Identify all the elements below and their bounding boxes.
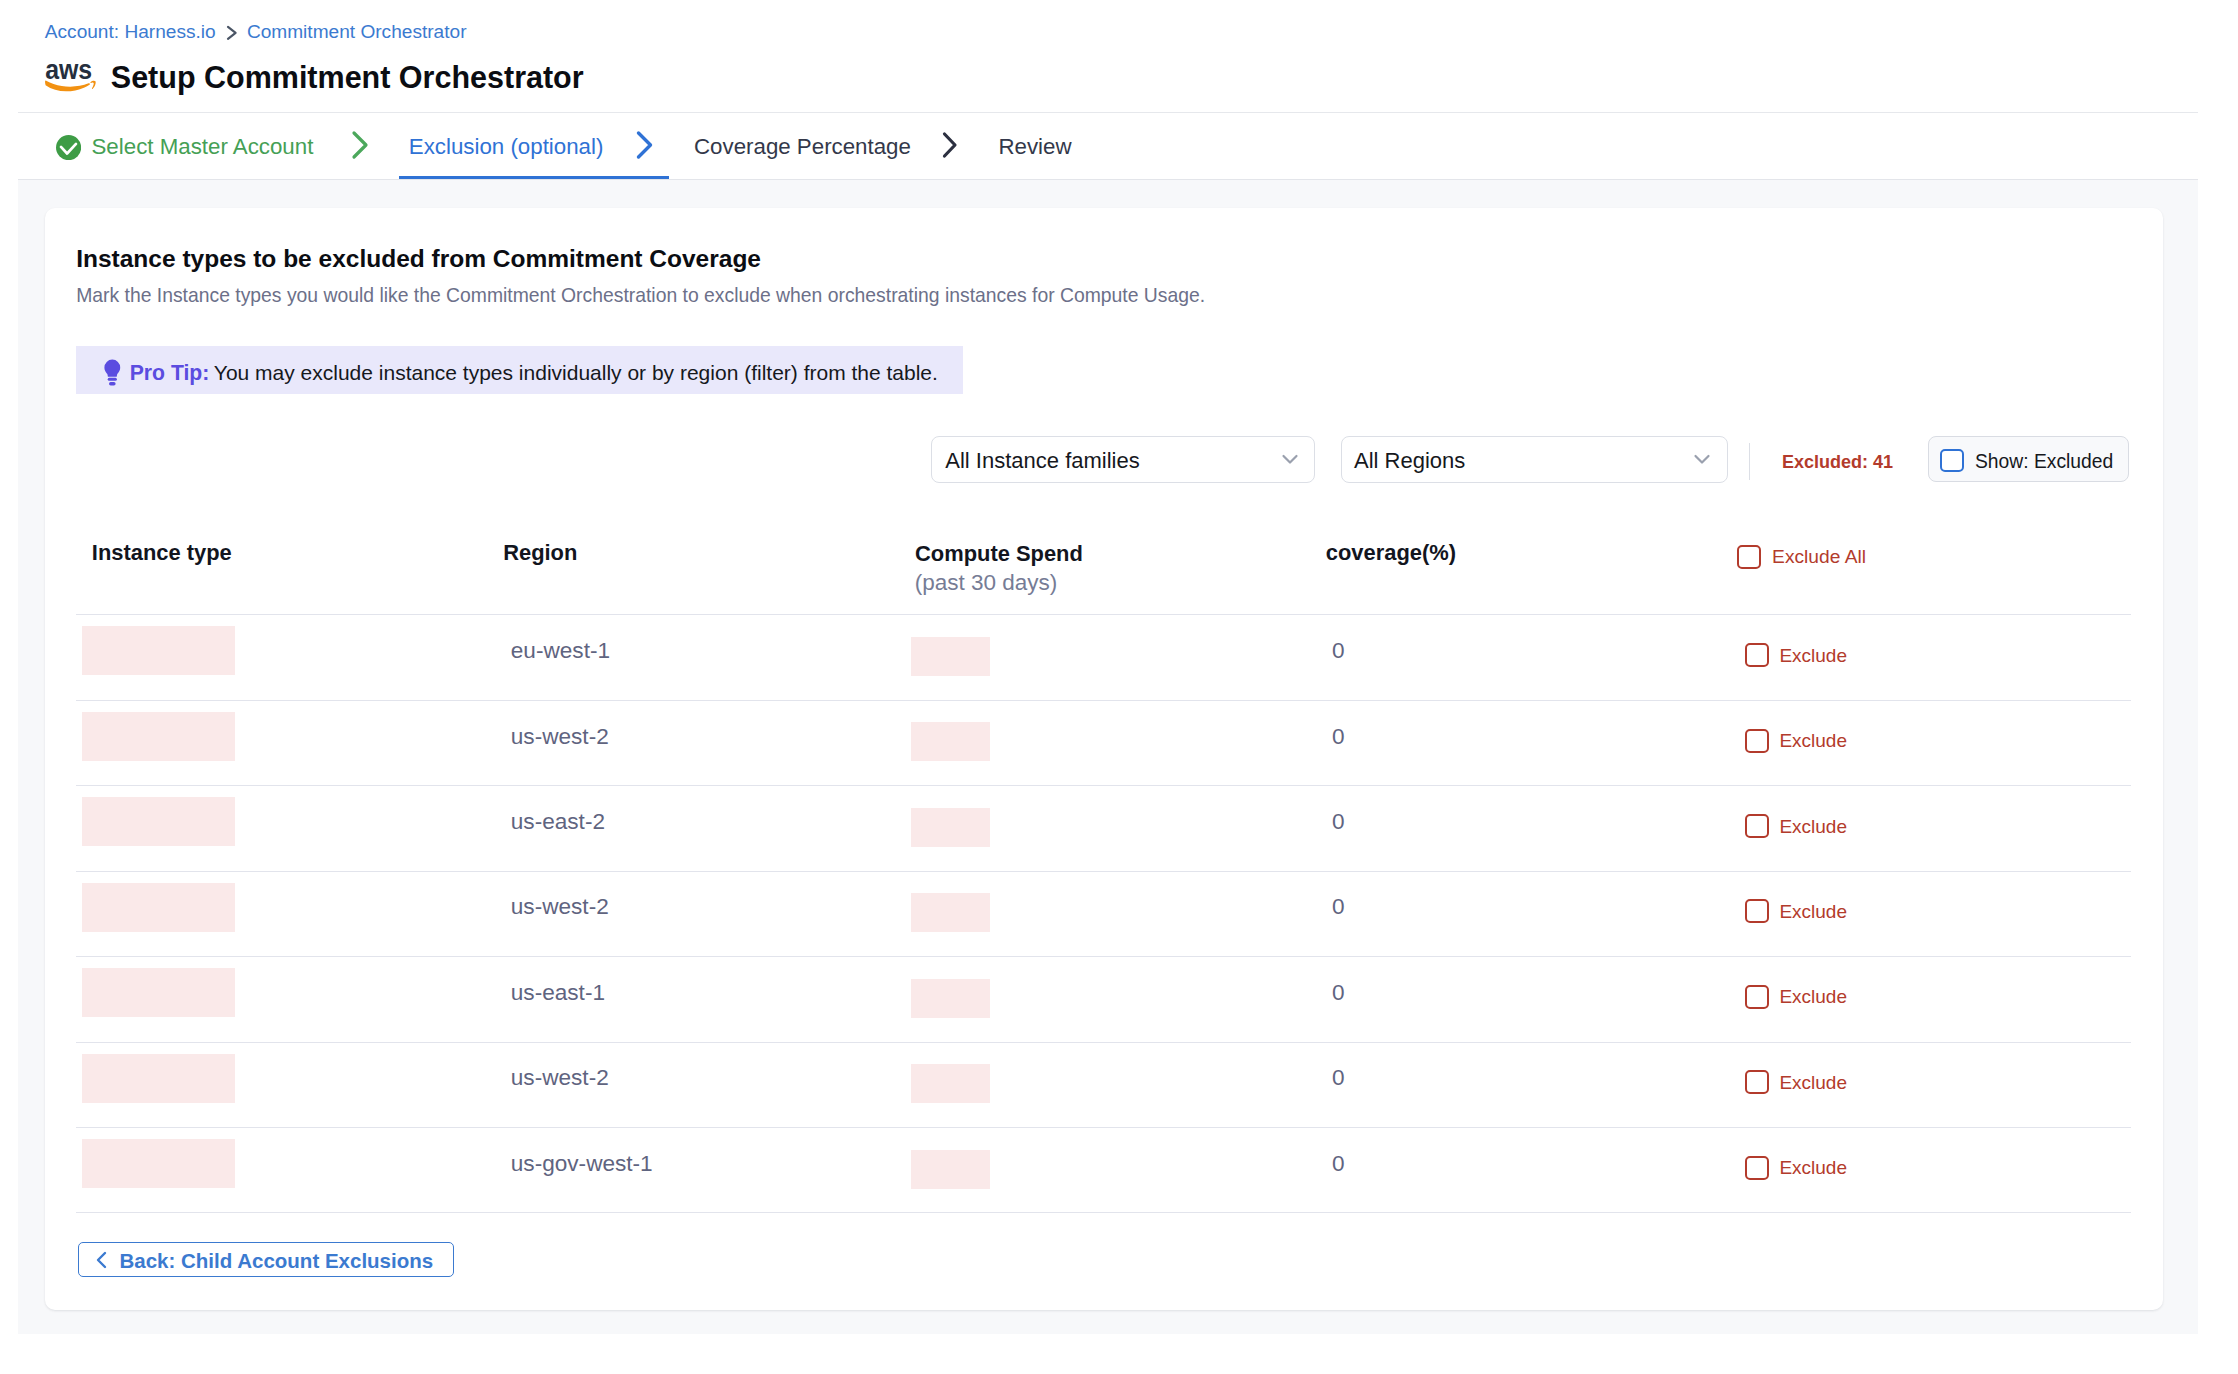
svg-text:aws: aws [45,60,92,85]
